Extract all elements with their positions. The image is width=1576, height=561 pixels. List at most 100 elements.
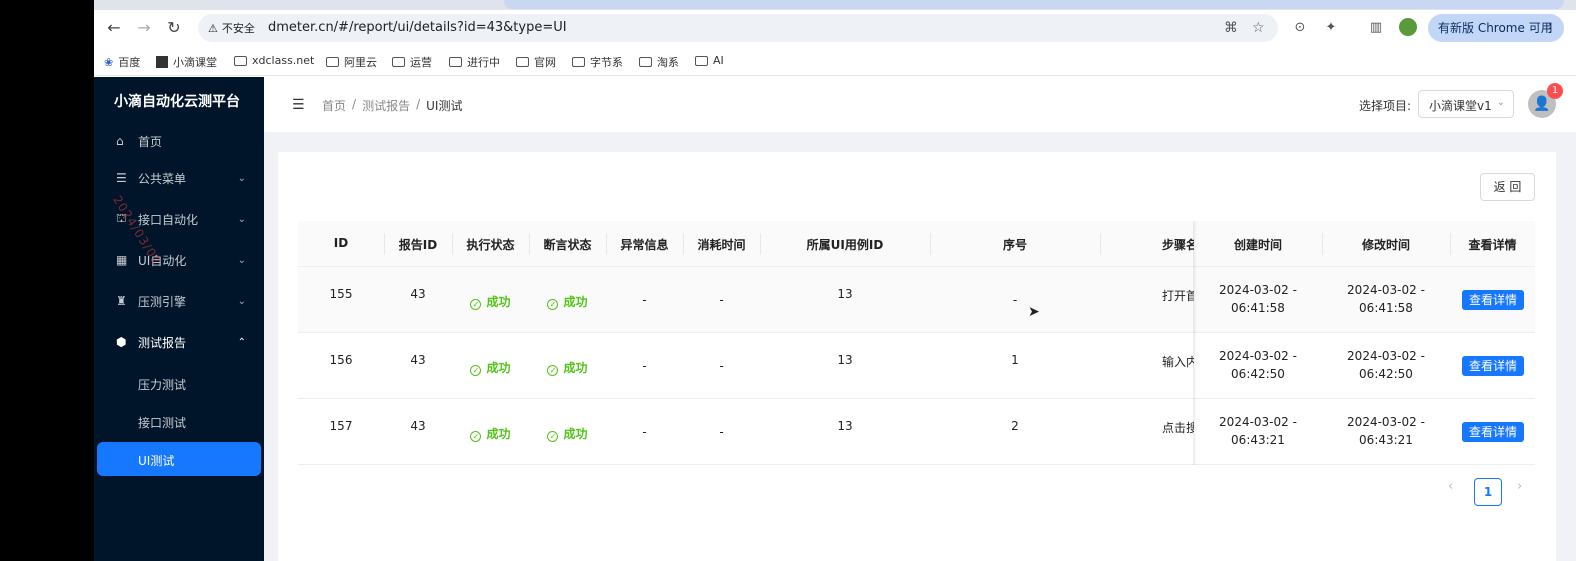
profile-avatar[interactable] [1399,18,1417,36]
translate-icon[interactable]: ⌘ [1224,20,1238,36]
bookmark-label: 官网 [534,56,556,69]
sidebar-item-ui-automation[interactable]: ▦ UI自动化 ⌄ [94,240,264,280]
prev-page-icon[interactable]: ‹ [1448,479,1453,494]
puzzle-icon[interactable]: ✦ [1321,18,1341,38]
forward-arrow-icon[interactable]: → [132,16,156,40]
fixed-column-shadow [1193,221,1197,465]
tab-strip [94,0,1576,10]
cell-id: 156 [329,353,353,367]
bookmark-xdclass[interactable]: xdclass.net [234,54,314,67]
bookmark-label: 进行中 [467,56,500,69]
more-vert-icon[interactable]: ⋮ [1544,14,1556,42]
created-date: 2024-03-02 - [1219,349,1297,363]
page-number-current[interactable]: 1 [1474,478,1502,506]
breadcrumb-test-report[interactable]: 测试报告 [362,97,410,114]
bookmark-label: AI [713,54,724,67]
cell-created: 2024-03-02 - 06:41:58 [1194,283,1322,315]
notification-badge: 1 [1547,83,1563,99]
chevron-down-icon: ⌄ [237,295,246,307]
bookmark-xiaodi[interactable]: 小滴课堂 [156,54,217,70]
cell-modified: 2024-03-02 - 06:42:50 [1322,349,1450,381]
modified-date: 2024-03-02 - [1347,415,1425,429]
check-circle-icon: ✓ [470,299,482,310]
bookmark-zijie[interactable]: 字节系 [572,54,623,70]
active-tab[interactable] [504,0,1564,9]
cell-case-id: 13 [837,353,853,367]
project-label: 选择项目: [1359,99,1412,113]
view-detail-button[interactable]: 查看详情 [1462,356,1524,376]
list-icon: ☰ [116,171,127,185]
address-bar[interactable]: ⚠ 不安全 dmeter.cn/#/report/ui/details?id=4… [198,14,1278,42]
created-date: 2024-03-02 - [1219,283,1297,297]
check-circle-icon: ✓ [547,365,559,376]
project-select[interactable]: 小滴课堂v1 ⌄ [1418,90,1514,118]
modified-date: 2024-03-02 - [1347,283,1425,297]
bookmark-jinxingzhong[interactable]: 进行中 [449,54,500,70]
column-divider [1100,233,1101,255]
folder-icon [516,57,529,67]
sidebar-item-test-report[interactable]: ⬢ 测试报告 ⌃ [94,322,264,362]
extension-icon[interactable]: ⊙ [1290,18,1310,38]
table-header: ID 报告ID 执行状态 断言状态 异常信息 消耗时间 所属UI用例ID 序号 … [298,221,1535,267]
side-panel-icon[interactable]: ▥ [1366,18,1386,38]
sidebar-subitem-label: UI测试 [138,454,175,468]
modified-time: 06:42:50 [1359,367,1413,381]
created-time: 06:42:50 [1231,367,1285,381]
cell-case-id: 13 [837,419,853,433]
folder-icon [392,57,405,67]
back-button[interactable]: 返 回 [1480,173,1535,201]
sidebar-subitem-api-test[interactable]: 接口测试 [94,404,264,438]
bookmark-label: 淘系 [657,56,679,69]
cell-modified: 2024-03-02 - 06:43:21 [1322,415,1450,447]
bookmark-label: 百度 [118,56,141,69]
view-detail-button[interactable]: 查看详情 [1462,422,1524,442]
bookmark-guanwang[interactable]: 官网 [516,54,556,70]
cell-case-id: 13 [837,287,853,301]
status-text: 成功 [486,361,511,375]
col-exception: 异常信息 [620,238,669,252]
bookmark-aliyun[interactable]: 阿里云 [326,54,377,70]
back-arrow-icon[interactable]: ← [102,16,126,40]
check-circle-icon: ✓ [547,431,559,442]
sidebar-item-common-menu[interactable]: ☰ 公共菜单 ⌄ [94,158,264,198]
sidebar-subitem-stress-test[interactable]: 压力测试 [94,366,264,400]
cell-seq: 2 [1011,419,1019,433]
table-row: 157 43 ✓ 成功 ✓ 成功 - - 13 2 点击搜 2024-03-02 -… [298,399,1535,465]
menu-fold-icon[interactable]: ☰ [292,97,305,113]
browser-window: ← → ↻ ⚠ 不安全 dmeter.cn/#/report/ui/detail… [94,0,1576,561]
chevron-down-icon: ⌄ [237,213,246,225]
sidebar-subitem-ui-test[interactable]: UI测试 [97,442,261,476]
next-page-icon[interactable]: › [1517,479,1522,494]
breadcrumb-home[interactable]: 首页 [322,97,346,114]
security-indicator[interactable]: ⚠ 不安全 [208,20,255,36]
reload-icon[interactable]: ↻ [162,16,186,40]
bookmark-yunying[interactable]: 运营 [392,54,432,70]
sidebar-subitem-label: 压力测试 [138,378,187,392]
bookmark-label: 阿里云 [344,56,377,69]
col-id: ID [333,236,349,250]
update-chrome-button[interactable]: 有新版 Chrome 可用 ⋮ [1428,14,1564,42]
cell-exception: - [642,359,647,373]
col-exec-status: 执行状态 [466,238,515,252]
col-created: 创建时间 [1233,238,1282,252]
sidebar-item-stress-engine[interactable]: ♜ 压测引擎 ⌄ [94,281,264,321]
bookmark-baidu[interactable]: ❀ 百度 [104,54,140,70]
chevron-down-icon: ⌄ [237,254,246,266]
app-header: ☰ 首页 / 测试报告 / UI测试 选择项目: 小滴课堂v1 ⌄ 👤 1 [264,77,1576,132]
view-detail-button[interactable]: 查看详情 [1462,290,1524,310]
url-text[interactable]: dmeter.cn/#/report/ui/details?id=43&type… [268,20,567,35]
bookmark-taoxi[interactable]: 淘系 [639,54,679,70]
cell-exception: - [642,425,647,439]
cell-created: 2024-03-02 - 06:42:50 [1194,349,1322,381]
bookmark-ai[interactable]: AI [695,54,724,67]
sidebar-item-label: 首页 [138,134,163,149]
chevron-down-icon: ⌄ [237,172,246,184]
created-time: 06:41:58 [1231,301,1285,315]
star-icon[interactable]: ☆ [1252,20,1265,36]
sidebar-subitem-label: 接口测试 [138,416,187,430]
home-icon: ⌂ [116,134,124,148]
sidebar-item-home[interactable]: ⌂ 首页 [94,121,264,161]
cell-seq: - [1012,293,1018,307]
col-report-id: 报告ID [398,238,438,252]
cell-id: 155 [329,287,353,301]
